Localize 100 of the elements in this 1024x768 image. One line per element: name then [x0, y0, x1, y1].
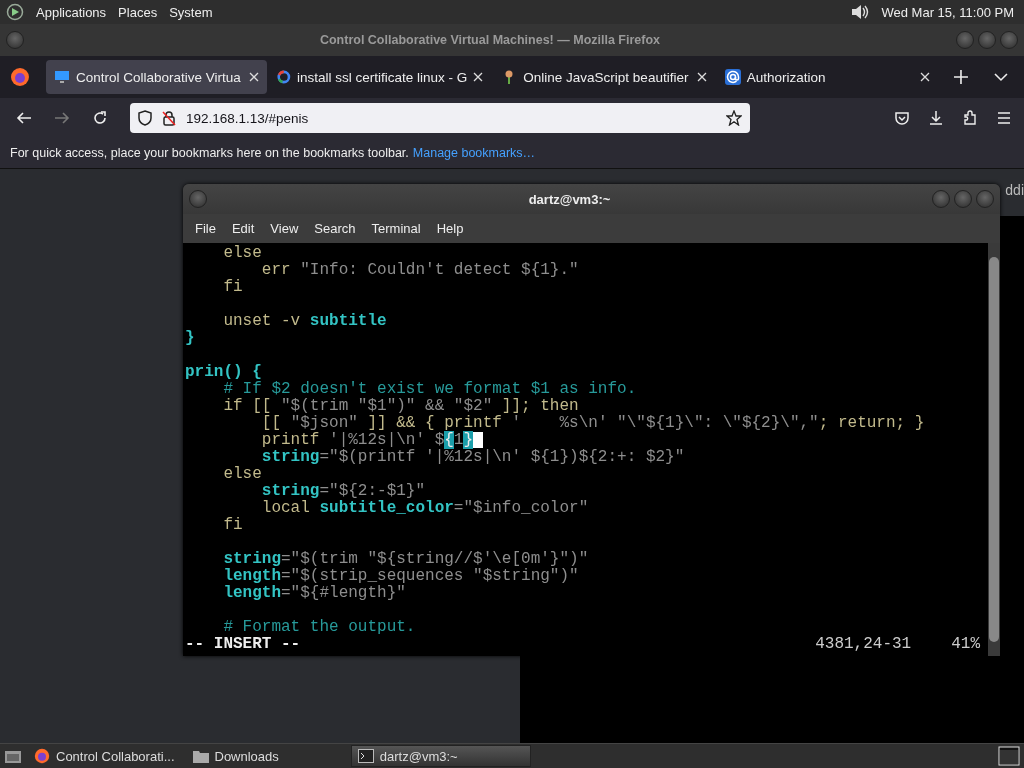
- close-icon[interactable]: [920, 72, 931, 82]
- menu-item[interactable]: Search: [306, 221, 364, 236]
- code-text: fi: [222, 516, 243, 534]
- browser-tab[interactable]: Online JavaScript beautifier: [493, 60, 715, 94]
- url-text: 192.168.1.13/#penis: [186, 110, 309, 126]
- browser-tab[interactable]: Authorization: [716, 60, 939, 94]
- at-sign-icon: [724, 69, 741, 85]
- scroll-percent: 41%: [951, 636, 980, 653]
- browser-tab[interactable]: install ssl certificate linux - G: [269, 60, 492, 94]
- terminal-icon: [357, 749, 374, 763]
- code-text: unset -v: [222, 312, 302, 330]
- close-icon[interactable]: [473, 72, 484, 82]
- code-text: ; return; }: [818, 414, 925, 432]
- panel-menu[interactable]: Places: [118, 4, 158, 20]
- shield-icon[interactable]: [138, 110, 152, 126]
- code-text: ]]; then: [500, 397, 579, 415]
- code-text: ="$(strip_sequences "$string")": [281, 567, 579, 585]
- minimize-button[interactable]: [932, 190, 950, 208]
- colored-ring-icon: [277, 69, 291, 85]
- maximize-button[interactable]: [978, 31, 996, 49]
- code-text: ' %s\n' "\"${1}\": \"${2}\",": [511, 414, 819, 432]
- code-text: prin() {: [185, 363, 262, 381]
- taskbar-button[interactable]: dartz@vm3:~: [350, 745, 531, 767]
- code-text: length: [222, 584, 281, 602]
- taskbar-button[interactable]: Downloads: [186, 745, 285, 767]
- page-text: ddi: [1005, 182, 1024, 198]
- star-icon[interactable]: [726, 110, 742, 126]
- forward-icon[interactable]: [54, 110, 70, 126]
- scrollbar[interactable]: [988, 243, 1000, 656]
- code-text: string: [260, 482, 320, 500]
- chevron-down-icon[interactable]: [994, 72, 1008, 82]
- code-text: subtitle: [309, 312, 387, 330]
- code-text: local: [260, 499, 311, 517]
- close-icon[interactable]: [249, 72, 260, 82]
- reload-icon[interactable]: [92, 110, 108, 126]
- close-button[interactable]: [1000, 31, 1018, 49]
- window-menu-button[interactable]: [6, 31, 24, 49]
- menu-item[interactable]: Edit: [223, 221, 263, 236]
- close-icon[interactable]: [696, 72, 707, 82]
- minimize-button[interactable]: [956, 31, 974, 49]
- code-text: '|%12s|\n' $: [329, 431, 445, 449]
- code-text: ="$info_color": [453, 499, 589, 517]
- code-text: else: [222, 244, 262, 262]
- code-text: ]] && { printf: [366, 414, 503, 432]
- puzzle-icon[interactable]: [962, 110, 978, 126]
- menu-item[interactable]: File: [187, 221, 224, 236]
- code-text: ="$(printf '|%12s|\n' ${1})${2:+: $2}": [319, 448, 685, 466]
- scrollbar-thumb[interactable]: [989, 257, 999, 642]
- brace-highlight: }: [463, 431, 474, 449]
- broken-lock-icon[interactable]: [162, 110, 176, 126]
- code-text: [[: [260, 414, 282, 432]
- firefox-icon[interactable]: [10, 67, 30, 87]
- distro-logo-icon[interactable]: [6, 3, 24, 21]
- manage-bookmarks-link[interactable]: Manage bookmarks…: [412, 146, 536, 160]
- panel-menu[interactable]: Applications: [36, 4, 107, 20]
- code-text: 1: [453, 431, 464, 449]
- panel-menu[interactable]: System: [169, 4, 213, 20]
- code-text: }: [185, 329, 195, 347]
- code-text: err: [260, 261, 292, 279]
- taskbar-button[interactable]: Control Collaborati...: [28, 745, 181, 767]
- code-text: string: [222, 550, 281, 568]
- back-icon[interactable]: [16, 110, 32, 126]
- code-text: # If $2 doesn't exist we format $1 as info.: [222, 380, 637, 398]
- code-text: else: [222, 465, 262, 483]
- speaker-icon[interactable]: [849, 3, 870, 21]
- close-button[interactable]: [976, 190, 994, 208]
- show-desktop-icon[interactable]: [4, 748, 22, 764]
- code-text: # Format the output.: [222, 618, 416, 636]
- code-text: ="${2:-$1}": [319, 482, 426, 500]
- address-bar[interactable]: 192.168.1.13/#penis: [130, 103, 750, 133]
- clock[interactable]: Wed Mar 15, 11:00 PM: [881, 4, 1014, 20]
- window-menu-button[interactable]: [189, 190, 207, 208]
- code-text: printf: [260, 431, 321, 449]
- pocket-icon[interactable]: [894, 110, 910, 126]
- brace-highlight: {: [444, 431, 454, 449]
- maximize-button[interactable]: [954, 190, 972, 208]
- text-cursor: [473, 432, 484, 448]
- browser-tab[interactable]: Control Collaborative Virtua: [45, 60, 268, 94]
- menu-item[interactable]: Terminal: [363, 221, 429, 236]
- plus-icon[interactable]: [954, 70, 968, 84]
- menu-icon[interactable]: [996, 110, 1012, 126]
- menu-item[interactable]: Help: [428, 221, 472, 236]
- menu-item[interactable]: View: [262, 221, 307, 236]
- window-title: dartz@vm3:~: [527, 191, 612, 207]
- code-text: "$json": [290, 414, 358, 432]
- code-text: ="${#length}": [281, 584, 406, 602]
- code-text: fi: [222, 278, 243, 296]
- code-text: "$(trim "$1")" && "$2": [281, 397, 493, 415]
- code-text: "Info: Couldn't detect ${1}.": [300, 261, 579, 279]
- code-text: length: [222, 567, 281, 585]
- cursor-position: 4381,24-31: [815, 636, 912, 653]
- workspace-icon[interactable]: [998, 746, 1020, 766]
- code-text: if [[: [222, 397, 273, 415]
- monitor-icon: [53, 69, 70, 85]
- code-text: string: [261, 448, 320, 466]
- firefox-icon: [34, 748, 50, 764]
- code-text: subtitle_color: [319, 499, 454, 517]
- folder-icon: [192, 749, 209, 763]
- download-icon[interactable]: [928, 110, 944, 126]
- vim-mode: -- INSERT --: [185, 636, 301, 653]
